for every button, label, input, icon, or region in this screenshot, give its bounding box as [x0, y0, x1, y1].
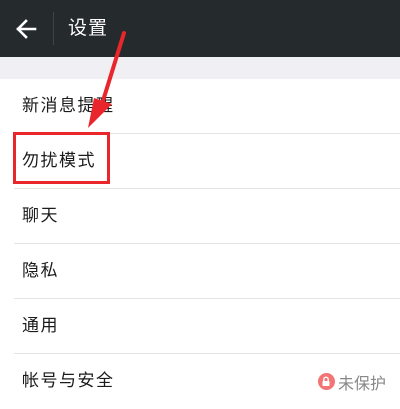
settings-item-privacy[interactable]: 隐私 — [0, 244, 400, 299]
settings-item-do-not-disturb[interactable]: 勿扰模式 — [0, 134, 400, 189]
settings-item-label: 勿扰模式 — [22, 151, 96, 171]
settings-item-label: 聊天 — [22, 206, 59, 226]
settings-item-label: 通用 — [22, 316, 59, 336]
settings-item-label: 隐私 — [22, 261, 59, 281]
section-gap — [0, 57, 400, 79]
status-text: 未保护 — [337, 373, 386, 393]
back-button[interactable] — [8, 11, 44, 47]
settings-item-label: 新消息提醒 — [22, 96, 115, 116]
settings-item-new-message-alerts[interactable]: 新消息提醒 — [0, 79, 400, 134]
settings-list: 新消息提醒 勿扰模式 聊天 隐私 通用 帐号与安全 未保护 — [0, 79, 400, 409]
top-bar: 设置 — [0, 0, 400, 57]
arrow-left-icon — [16, 19, 37, 39]
settings-item-chat[interactable]: 聊天 — [0, 189, 400, 244]
header-divider — [53, 12, 54, 45]
lock-icon — [317, 373, 335, 390]
settings-item-general[interactable]: 通用 — [0, 299, 400, 354]
page-title: 设置 — [68, 17, 109, 39]
